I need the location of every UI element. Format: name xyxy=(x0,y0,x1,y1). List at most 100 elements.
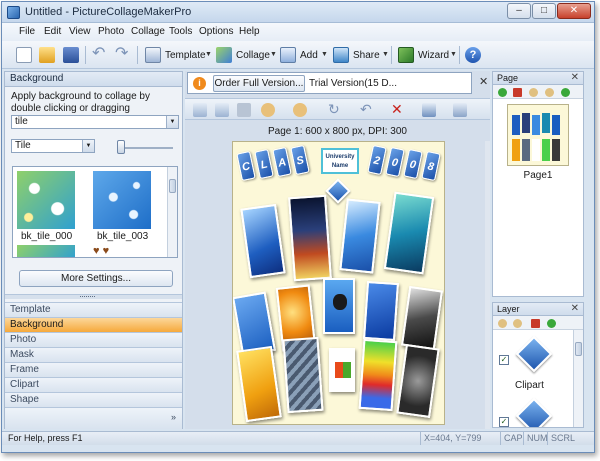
menu-help[interactable]: Help xyxy=(239,26,260,37)
rotate-icon[interactable]: ↻ xyxy=(328,102,342,117)
print-icon[interactable] xyxy=(453,103,467,117)
close-button[interactable]: ✕ xyxy=(557,3,591,19)
layer-visibility-checkbox[interactable]: ✓ xyxy=(499,355,509,365)
opacity-slider-track[interactable] xyxy=(121,147,173,149)
tile-thumbnail-floral[interactable] xyxy=(17,171,75,229)
nav-shape[interactable]: Shape xyxy=(5,392,182,407)
layer-visibility-checkbox[interactable]: ✓ xyxy=(499,417,509,427)
send-backward-icon[interactable] xyxy=(293,103,307,117)
group-icon[interactable] xyxy=(215,103,229,117)
nav-template[interactable]: Template xyxy=(5,302,182,317)
collage-canvas[interactable]: C L A S 2 0 0 8 University Name xyxy=(232,141,445,425)
layer-up-icon[interactable] xyxy=(498,319,507,328)
collage-letter-tile[interactable]: 0 xyxy=(385,146,405,178)
new-icon[interactable] xyxy=(16,47,32,63)
collage-letter-tile[interactable]: 8 xyxy=(421,150,441,182)
collage-photo[interactable] xyxy=(329,348,355,392)
page-thumbnail[interactable] xyxy=(507,104,569,166)
collage-photo[interactable] xyxy=(288,194,332,282)
template-dropdown-icon[interactable]: ▼ xyxy=(205,51,212,58)
collage-photo[interactable] xyxy=(358,338,398,412)
menu-photo[interactable]: Photo xyxy=(98,26,124,37)
collage-button[interactable]: Collage xyxy=(236,50,270,61)
nav-frame[interactable]: Frame xyxy=(5,362,182,377)
collage-dropdown-icon[interactable]: ▼ xyxy=(270,51,277,58)
undo-icon[interactable]: ↶ xyxy=(360,102,374,117)
chevron-down-icon[interactable]: ▼ xyxy=(82,140,94,152)
menu-view[interactable]: View xyxy=(69,26,91,37)
layer-down-icon[interactable] xyxy=(513,319,522,328)
close-icon[interactable]: ✕ xyxy=(479,75,488,88)
collage-photo[interactable] xyxy=(282,336,324,414)
nav-photo[interactable]: Photo xyxy=(5,332,182,347)
collage-photo[interactable] xyxy=(383,191,435,275)
delete-icon[interactable]: ✕ xyxy=(391,102,405,117)
wizard-icon[interactable] xyxy=(398,47,414,63)
delete-page-icon[interactable] xyxy=(513,88,522,97)
university-name-badge[interactable]: University Name xyxy=(321,148,359,174)
refresh-icon[interactable] xyxy=(561,88,570,97)
background-mode-select[interactable]: Tile ▼ xyxy=(11,139,95,153)
align-icon[interactable] xyxy=(422,103,436,117)
help-icon[interactable]: ? xyxy=(465,47,481,63)
select-all-icon[interactable] xyxy=(193,103,207,117)
chevron-down-icon[interactable]: ▼ xyxy=(166,116,178,128)
template-button[interactable]: Template xyxy=(165,50,206,61)
tile-thumbnail-partial[interactable] xyxy=(17,245,75,257)
wizard-button[interactable]: Wizard xyxy=(418,50,449,61)
share-button[interactable]: Share xyxy=(353,50,380,61)
collage-letter-tile[interactable]: A xyxy=(272,146,292,178)
redo-icon[interactable]: ↷ xyxy=(115,46,131,63)
scrollbar-thumb[interactable] xyxy=(575,342,582,356)
collage-photo[interactable] xyxy=(240,203,286,279)
chevron-double-right-icon[interactable]: » xyxy=(171,410,176,424)
collage-letter-tile[interactable]: S xyxy=(290,144,310,176)
move-down-icon[interactable] xyxy=(545,88,554,97)
crop-icon[interactable] xyxy=(237,103,251,117)
scrollbar-thumb[interactable] xyxy=(169,179,176,193)
nav-mask[interactable]: Mask xyxy=(5,347,182,362)
order-full-version-button[interactable]: Order Full Version... xyxy=(213,75,305,92)
heart-icon[interactable]: ♥ ♥ xyxy=(93,245,151,257)
add-button[interactable]: Add xyxy=(300,50,318,61)
layer-thumbnail-clipart[interactable] xyxy=(513,333,557,375)
menu-edit[interactable]: Edit xyxy=(44,26,61,37)
open-folder-icon[interactable] xyxy=(39,47,55,63)
add-dropdown-icon[interactable]: ▼ xyxy=(321,51,328,58)
canvas-scrollbar[interactable] xyxy=(485,141,490,429)
collage-photo[interactable] xyxy=(396,343,440,419)
layer-list-scrollbar[interactable] xyxy=(573,330,583,427)
refresh-icon[interactable] xyxy=(547,319,556,328)
wizard-dropdown-icon[interactable]: ▼ xyxy=(450,51,457,58)
collage-photo[interactable] xyxy=(400,285,444,351)
menu-options[interactable]: Options xyxy=(199,26,233,37)
panel-splitter[interactable]: ········ xyxy=(5,291,182,301)
menu-file[interactable]: File xyxy=(19,26,35,37)
menu-collage[interactable]: Collage xyxy=(131,26,165,37)
share-dropdown-icon[interactable]: ▼ xyxy=(382,51,389,58)
bring-forward-icon[interactable] xyxy=(261,103,275,117)
add-page-icon[interactable] xyxy=(498,88,507,97)
minimize-button[interactable]: – xyxy=(507,3,531,19)
close-icon[interactable]: ✕ xyxy=(571,72,579,84)
undo-icon[interactable]: ↶ xyxy=(92,46,108,63)
collage-letter-tile[interactable]: L xyxy=(254,148,274,180)
save-icon[interactable] xyxy=(63,47,79,63)
add-icon[interactable] xyxy=(280,47,296,63)
tile-list-scrollbar[interactable] xyxy=(167,167,177,257)
collage-icon[interactable] xyxy=(216,47,232,63)
collage-letter-tile[interactable]: C xyxy=(236,150,256,182)
move-up-icon[interactable] xyxy=(529,88,538,97)
template-icon[interactable] xyxy=(145,47,161,63)
tile-thumbnail-stars[interactable] xyxy=(93,171,151,229)
nav-background[interactable]: Background xyxy=(5,317,182,332)
collage-photo[interactable] xyxy=(236,345,282,423)
share-icon[interactable] xyxy=(333,47,349,63)
collage-photo[interactable] xyxy=(363,280,399,342)
collage-letter-tile[interactable]: 2 xyxy=(367,144,387,176)
maximize-button[interactable]: □ xyxy=(532,3,556,19)
menu-tools[interactable]: Tools xyxy=(169,26,192,37)
delete-layer-icon[interactable] xyxy=(531,319,540,328)
collage-photo[interactable] xyxy=(323,278,355,334)
background-category-select[interactable]: tile ▼ xyxy=(11,115,179,129)
